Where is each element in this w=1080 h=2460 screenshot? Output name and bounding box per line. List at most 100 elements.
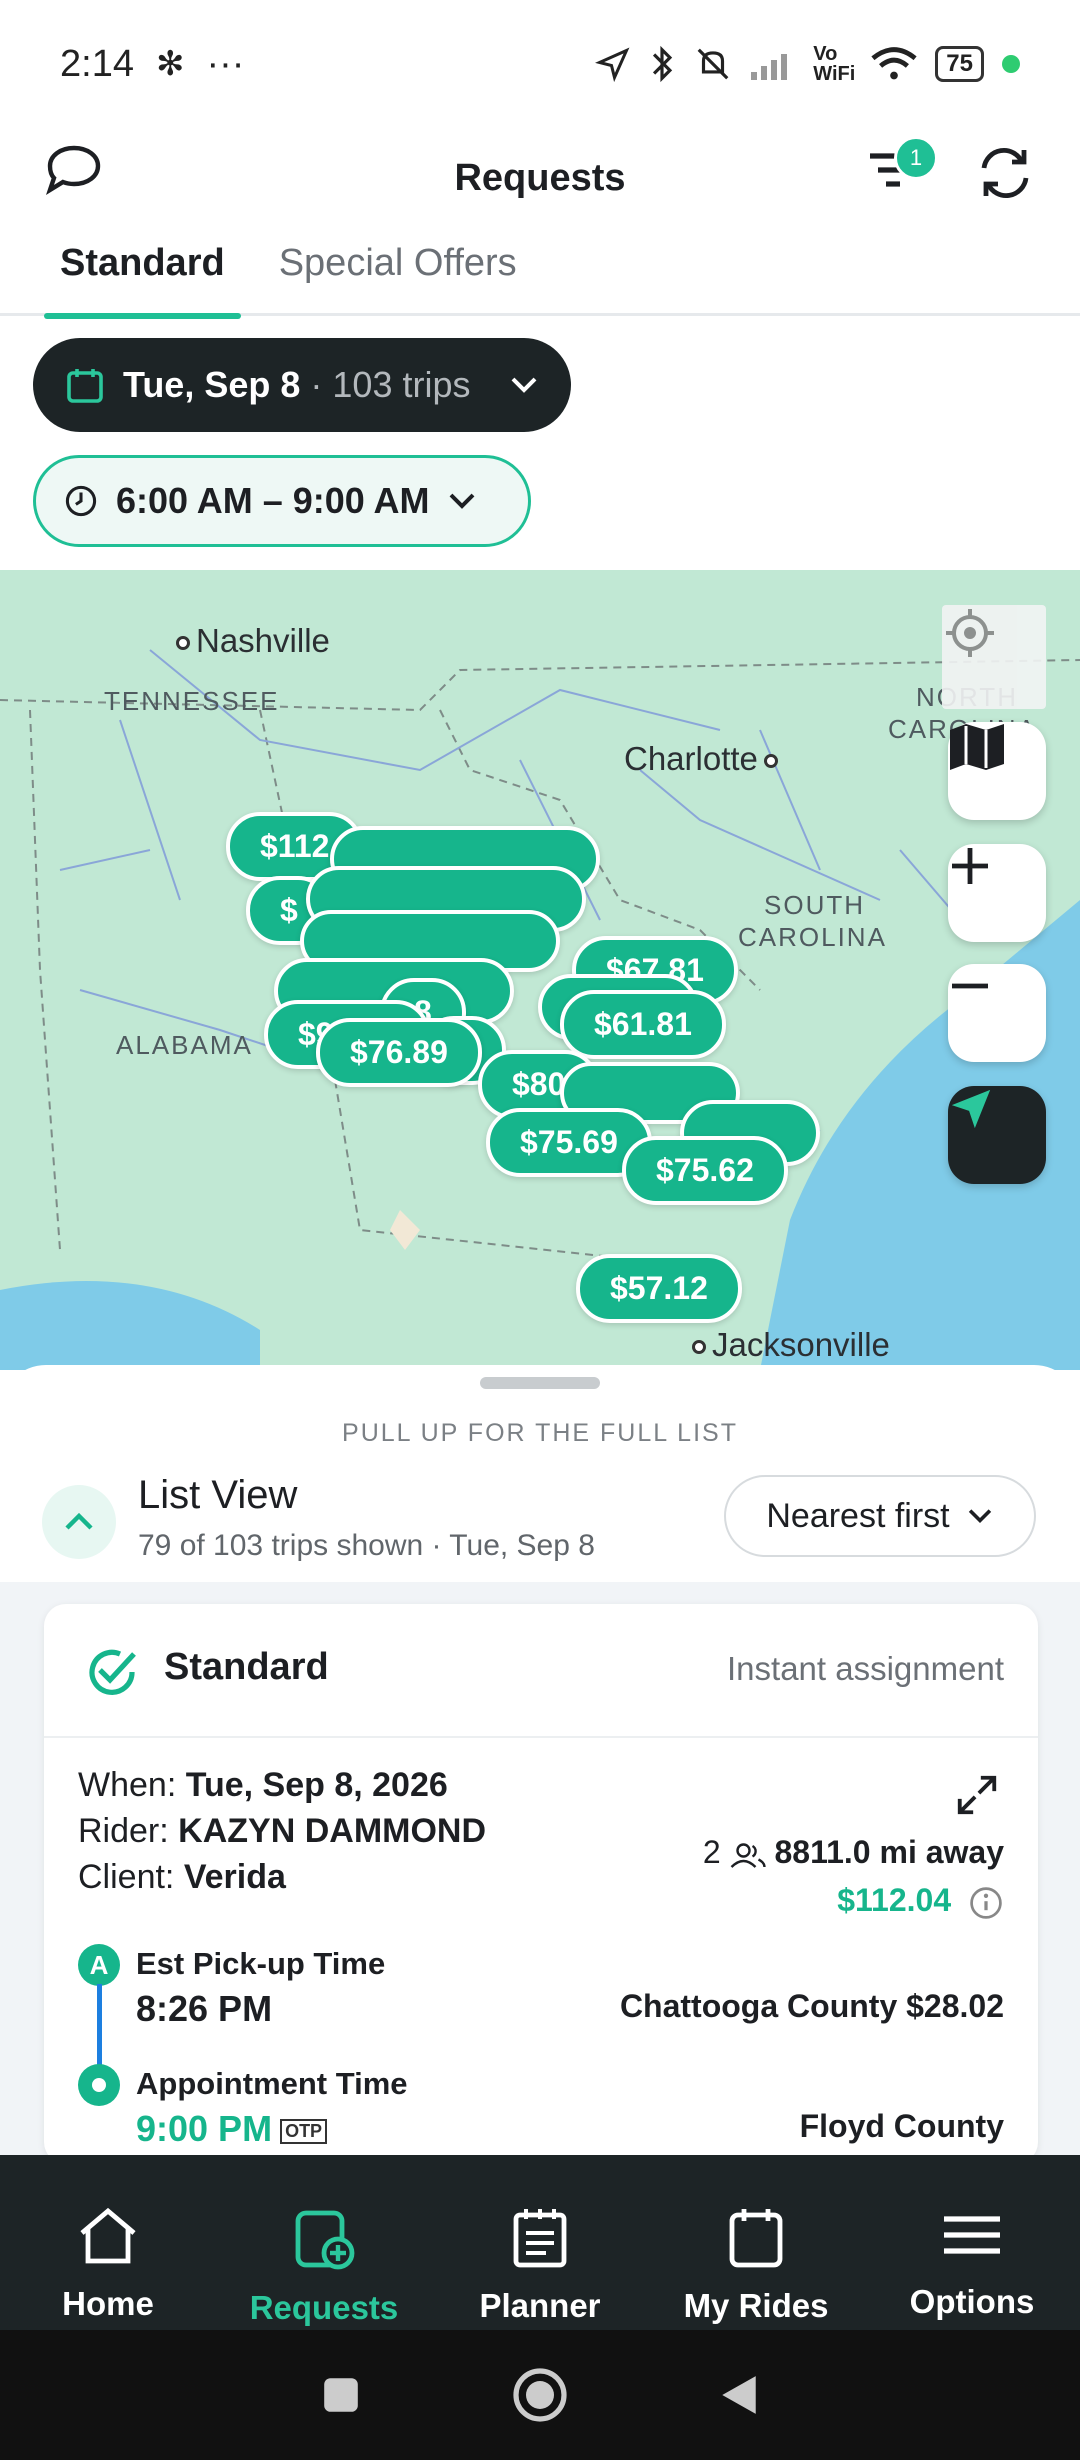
list-view-title: List View [138,1473,298,1517]
trip-client: Client: Verida [78,1858,286,1896]
trip-marker[interactable]: $61.81 [560,990,726,1059]
trip-marker[interactable]: $76.89 [316,1018,482,1087]
overflow-indicator: ··· [206,42,245,85]
system-nav-bar [0,2330,1080,2460]
pickup-label: Est Pick-up Time [136,1946,386,1981]
pickup-time: 8:26 PM [136,1988,273,2029]
nav-options[interactable]: Options [864,2155,1080,2330]
list-view-header: List View 79 of 103 trips shown · Tue, S… [0,1467,1080,1587]
tab-bar: Standard Special Offers [0,230,1080,319]
nav-requests[interactable]: Requests [216,2155,432,2330]
check-circle-icon [89,1649,136,1695]
clock: 2:14 [60,42,134,85]
sheet-grabber[interactable] [480,1377,600,1389]
nav-home-label: Home [62,2285,154,2322]
home-button[interactable] [512,2367,568,2423]
trip-distance-row: 2 8811.0 mi away [703,1834,1004,1871]
status-bar: 2:14 ✻ ··· Vo WiFi 75 [0,0,1080,128]
appointment-label: Appointment Time [136,2066,408,2101]
sort-dropdown[interactable]: Nearest first [724,1475,1036,1557]
clock-icon [65,485,97,517]
expand-icon[interactable] [954,1772,1000,1818]
wifi-icon [871,47,917,80]
city-label: Nashville [170,622,330,660]
info-icon[interactable] [968,1885,1004,1921]
tab-special-offers[interactable]: Special Offers [263,230,533,316]
nav-my-rides[interactable]: My Rides [648,2155,864,2330]
dropoff-marker [78,2064,120,2106]
route-line [97,1984,102,2068]
filter-count-badge: 1 [894,136,938,180]
trip-card-header: Standard Instant assignment [44,1604,1038,1738]
chat-icon [45,145,101,196]
navigation-arrow-icon [951,1089,991,1129]
selected-date: Tue, Sep 8 [123,364,301,405]
zoom-out-button[interactable] [948,964,1046,1062]
pickup-location: Chattooga County $28.02 [619,1988,1004,2024]
chevron-down-icon [968,1509,991,1524]
calendar-icon [729,2209,783,2268]
back-button[interactable] [718,2372,760,2418]
map-view[interactable]: Nashville Charlotte Jacksonville TENNESS… [0,570,1080,1370]
bottom-nav: Home Requests Planner My Rides Options [0,2155,1080,2330]
nav-options-label: Options [909,2283,1035,2320]
passengers-icon [730,1842,766,1868]
region-label: ALABAMA [116,1030,253,1060]
bluetooth-icon [653,45,673,83]
zoom-in-button[interactable] [948,844,1046,942]
app-header: Requests 1 [0,128,1080,228]
trip-type: Standard [164,1646,329,1688]
city-label: Jacksonville [686,1326,890,1364]
nav-home[interactable]: Home [0,2155,216,2330]
trip-price: $112.04 [837,1882,952,1918]
tab-standard[interactable]: Standard [44,230,241,319]
trip-marker[interactable]: $75.62 [622,1136,788,1205]
passenger-count: 2 [702,1834,721,1870]
trip-count: · 103 trips [310,364,471,405]
filter-button[interactable]: 1 [866,136,938,196]
map-recenter-button[interactable] [942,605,1046,709]
refresh-button[interactable] [976,146,1034,200]
assignment-type: Instant assignment [727,1650,1004,1687]
home-icon [80,2207,136,2264]
trip-card[interactable]: Standard Instant assignment When: Tue, S… [44,1604,1038,2164]
requests-icon [295,2210,355,2270]
refresh-icon [981,148,1029,198]
mute-icon [697,48,729,80]
date-filter-chip[interactable]: Tue, Sep 8 · 103 trips [33,338,571,432]
recents-button[interactable] [320,2374,362,2416]
expand-list-button[interactable] [42,1485,116,1559]
map-icon [950,724,1004,770]
region-label: SOUTH [764,890,865,920]
time-range: 6:00 AM – 9:00 AM [116,480,430,521]
trip-price-row: $112.04 [837,1882,1004,1921]
pickup-marker: A [78,1944,120,1986]
menu-icon [944,2216,1000,2254]
planner-icon [513,2209,567,2268]
battery-icon: 75 [935,46,984,82]
region-label: TENNESSEE [104,686,280,716]
nav-planner[interactable]: Planner [432,2155,648,2330]
crosshair-icon [946,609,994,657]
region-label: CAROLINA [738,922,887,952]
list-view-subtitle: 79 of 103 trips shown · Tue, Sep 8 [138,1529,595,1562]
distance: 8811.0 mi away [774,1834,1004,1870]
location-icon [595,47,630,82]
chevron-down-icon [511,377,537,393]
map-layers-button[interactable] [948,722,1046,820]
signal-icon [751,54,788,80]
chat-button[interactable] [44,142,104,198]
nav-planner-label: Planner [479,2287,601,2324]
appointment-time: 9:00 PM [136,2108,273,2149]
trip-marker[interactable]: $57.12 [576,1254,742,1323]
calendar-icon [67,369,103,403]
nav-my-rides-label: My Rides [683,2287,829,2324]
time-filter-chip[interactable]: 6:00 AM – 9:00 AM [33,455,531,547]
dropoff-location: Floyd County [799,2108,1004,2144]
otp-badge: OTP [280,2118,328,2144]
my-location-button[interactable] [948,1086,1046,1184]
sort-label: Nearest first [766,1496,950,1535]
minus-icon [952,983,988,989]
plus-icon [952,848,988,884]
trip-rider: Rider: KAZYN DAMMOND [78,1812,487,1850]
